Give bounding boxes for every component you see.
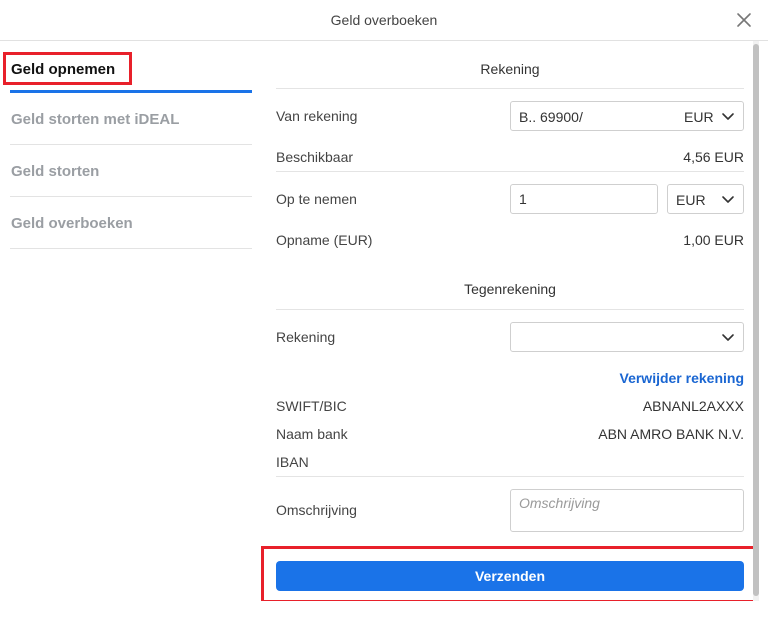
withdraw-dialog: Geld overboeken Geld opnemen Geld storte… [0, 0, 768, 603]
opname-label: Opname (EUR) [276, 232, 373, 248]
beschikbaar-label: Beschikbaar [276, 149, 354, 165]
van-rekening-value: B.. 69900/ [519, 109, 583, 125]
naam-bank-label: Naam bank [276, 426, 348, 442]
remove-account-link[interactable]: Verwijder rekening [620, 370, 745, 386]
dialog-title: Geld overboeken [330, 12, 438, 28]
scrollbar-thumb[interactable] [753, 44, 759, 596]
chevron-down-icon [721, 332, 735, 344]
divider [276, 476, 744, 477]
omschrijving-textarea[interactable] [510, 489, 744, 532]
close-button[interactable] [734, 10, 754, 30]
van-rekening-currency: EUR [684, 109, 714, 125]
sidebar-item-geld-storten-ideal[interactable]: Geld storten met iDEAL [10, 93, 252, 145]
iban-label: IBAN [276, 454, 309, 470]
naam-bank-value: ABN AMRO BANK N.V. [598, 426, 744, 442]
omschrijving-label: Omschrijving [276, 502, 357, 518]
op-te-nemen-label: Op te nemen [276, 191, 357, 207]
sidebar-item-geld-overboeken[interactable]: Geld overboeken [10, 197, 252, 249]
divider [276, 309, 744, 310]
submit-button[interactable]: Verzenden [276, 561, 744, 591]
swift-value: ABNANL2AXXX [642, 398, 744, 414]
chevron-down-icon [721, 111, 735, 123]
swift-label: SWIFT/BIC [276, 398, 347, 414]
beschikbaar-value: 4,56 EUR [683, 149, 744, 165]
sidebar-item-geld-opnemen[interactable]: Geld opnemen [10, 41, 252, 93]
section-title-tegenrekening: Tegenrekening [464, 281, 556, 297]
sidebar-item-geld-storten[interactable]: Geld storten [10, 145, 252, 197]
van-rekening-label: Van rekening [276, 108, 358, 124]
van-rekening-select[interactable]: B.. 69900/ EUR [510, 101, 744, 131]
tegenrekening-select[interactable] [510, 322, 744, 352]
rekening-label: Rekening [276, 329, 336, 345]
section-title-rekening: Rekening [480, 61, 540, 77]
chevron-down-icon [721, 194, 735, 206]
scrollbar[interactable] [753, 41, 759, 601]
dialog-header: Geld overboeken [0, 0, 768, 41]
divider [276, 171, 744, 172]
divider [276, 88, 744, 89]
amount-input[interactable] [510, 184, 658, 214]
sidebar-nav: Geld opnemen Geld storten met iDEAL Geld… [10, 41, 252, 249]
page-background [0, 601, 768, 643]
amount-currency-select[interactable]: EUR [667, 184, 744, 214]
amount-currency-value: EUR [676, 192, 706, 208]
close-icon [737, 13, 751, 27]
opname-value: 1,00 EUR [683, 232, 744, 248]
